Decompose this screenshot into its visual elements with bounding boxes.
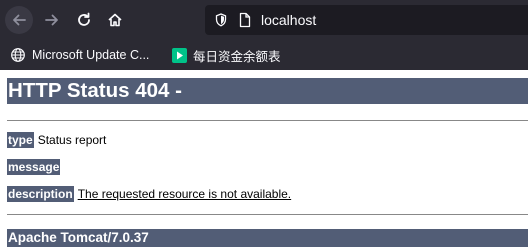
info-row-message: message [7,159,64,175]
bookmark-microsoft-update[interactable]: Microsoft Update C... [10,45,149,65]
bookmarks-toolbar: Microsoft Update C... 每日资金余额表 [0,42,528,68]
home-button[interactable] [101,6,129,34]
url-text[interactable]: localhost [261,11,316,29]
row-value: Status report [37,133,107,147]
forward-button[interactable] [38,6,66,34]
divider [7,120,528,121]
page-title-bar: HTTP Status 404 - [7,78,528,104]
browser-toolbar: localhost [0,0,528,40]
bookmark-daily-funds[interactable]: 每日资金余额表 [172,45,281,65]
home-icon [108,13,122,27]
row-label: message [7,159,61,175]
server-version: Apache Tomcat/7.0.37 [8,230,149,245]
arrow-left-icon [13,14,26,26]
back-button[interactable] [5,6,33,34]
browser-chrome: localhost Microsoft Update C... 每日资金余额表 [0,0,528,70]
reload-button[interactable] [70,6,98,34]
info-row-type: type Status report [7,132,106,148]
globe-icon [10,47,26,63]
page-content: HTTP Status 404 - type Status report mes… [0,70,528,250]
shield-icon[interactable] [215,13,227,27]
arrow-right-icon [45,14,58,26]
bookmark-label: Microsoft Update C... [32,48,150,62]
page-icon[interactable] [239,12,251,28]
page-title: HTTP Status 404 - [8,79,182,102]
address-bar[interactable]: localhost [205,5,528,35]
server-footer-bar: Apache Tomcat/7.0.37 [7,229,528,247]
reload-icon [78,12,90,26]
row-label: type [7,132,34,148]
row-label: description [7,186,74,202]
row-value: The requested resource is not available. [77,187,292,201]
bookmark-label: 每日资金余额表 [193,49,281,64]
info-row-description: description The requested resource is no… [7,186,291,202]
play-store-icon [172,47,187,63]
divider [7,214,528,215]
